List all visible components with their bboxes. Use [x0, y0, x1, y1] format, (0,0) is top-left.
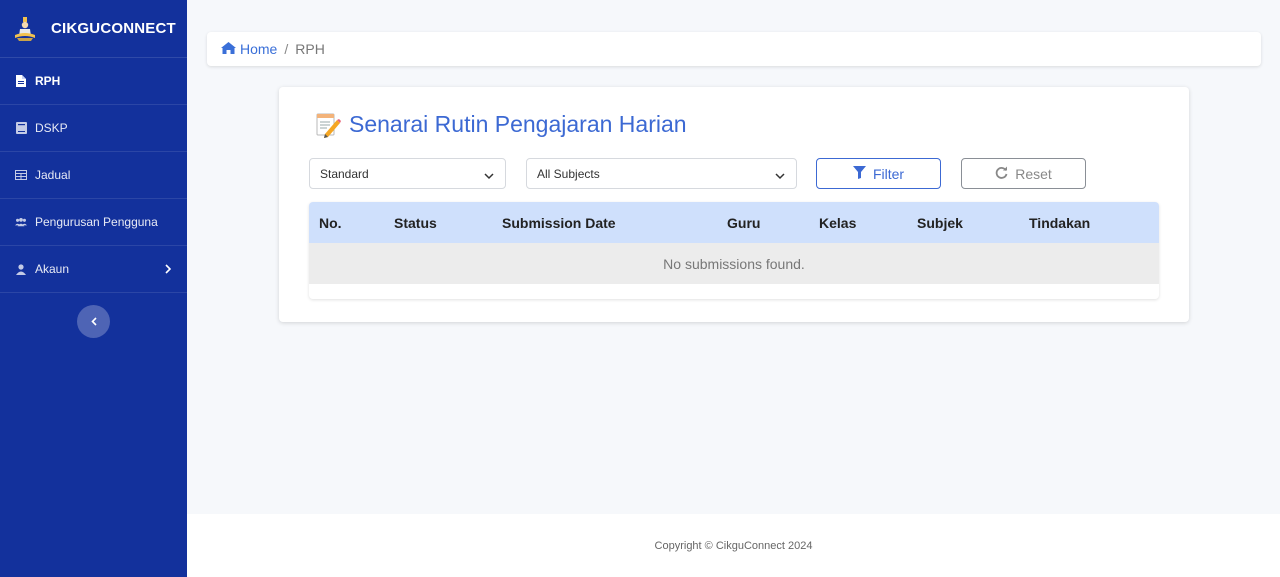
book-icon: [15, 122, 27, 134]
sidebar-item-akaun[interactable]: Akaun: [0, 246, 187, 293]
column-header-no[interactable]: No.: [319, 215, 342, 231]
column-header-submission-date[interactable]: Submission Date: [502, 215, 616, 231]
table-icon: [15, 169, 27, 181]
refresh-icon: [995, 166, 1015, 182]
empty-table-message: No submissions found.: [309, 243, 1159, 284]
memo-icon: [315, 112, 341, 138]
type-select[interactable]: Standard: [309, 158, 506, 189]
page-title: Senarai Rutin Pengajaran Harian: [315, 111, 687, 138]
user-icon: [15, 263, 27, 275]
brand-name: CIKGUCONNECT: [51, 20, 176, 37]
submissions-table: No. Status Submission Date Guru Kelas Su…: [309, 202, 1159, 299]
filter-button-label: Filter: [872, 165, 905, 182]
reset-button-label: Reset: [1015, 165, 1052, 182]
file-icon: [15, 75, 27, 87]
table-header: No. Status Submission Date Guru Kelas Su…: [309, 202, 1159, 243]
rph-list-card: Senarai Rutin Pengajaran Harian Standard…: [279, 87, 1189, 322]
users-icon: [15, 216, 27, 228]
subject-select[interactable]: All Subjects: [526, 158, 797, 189]
sidebar-item-label: RPH: [35, 74, 61, 88]
column-header-subjek[interactable]: Subjek: [917, 215, 963, 231]
copyright-text: Copyright © CikguConnect 2024: [654, 539, 813, 552]
footer: Copyright © CikguConnect 2024: [187, 514, 1280, 577]
sidebar-item-pengurusan-pengguna[interactable]: Pengurusan Pengguna: [0, 199, 187, 246]
sidebar-collapse-button[interactable]: [77, 305, 110, 338]
breadcrumb-home-label: Home: [240, 41, 278, 57]
logo-icon: [14, 16, 36, 42]
breadcrumb-current: RPH: [295, 41, 325, 57]
column-header-guru[interactable]: Guru: [727, 215, 760, 231]
page-title-text: Senarai Rutin Pengajaran Harian: [349, 111, 687, 137]
sidebar-item-label: Pengurusan Pengguna: [35, 215, 158, 229]
sidebar-item-rph[interactable]: RPH: [0, 58, 187, 105]
reset-button[interactable]: Reset: [961, 158, 1086, 189]
column-header-kelas[interactable]: Kelas: [819, 215, 856, 231]
sidebar-item-label: Jadual: [35, 168, 71, 182]
type-select-value: Standard: [320, 166, 369, 181]
breadcrumb: Home / RPH: [207, 32, 1261, 66]
brand[interactable]: CIKGUCONNECT: [0, 0, 187, 58]
column-header-tindakan[interactable]: Tindakan: [1029, 215, 1090, 231]
filter-button[interactable]: Filter: [816, 158, 941, 189]
sidebar: CIKGUCONNECT RPH DSKP Jadual Pengurusan …: [0, 0, 187, 577]
chevron-down-icon: [775, 169, 785, 183]
chevron-left-icon: [90, 313, 97, 331]
home-icon: [221, 41, 240, 57]
chevron-right-icon: [165, 263, 172, 277]
filter-icon: [852, 165, 873, 182]
breadcrumb-separator: /: [284, 41, 289, 57]
chevron-down-icon: [484, 169, 494, 183]
sidebar-item-label: Akaun: [35, 262, 70, 276]
sidebar-item-label: DSKP: [35, 121, 68, 135]
subject-select-value: All Subjects: [537, 166, 600, 181]
sidebar-item-dskp[interactable]: DSKP: [0, 105, 187, 152]
breadcrumb-home-link[interactable]: Home: [221, 41, 277, 57]
column-header-status[interactable]: Status: [394, 215, 437, 231]
sidebar-item-jadual[interactable]: Jadual: [0, 152, 187, 199]
